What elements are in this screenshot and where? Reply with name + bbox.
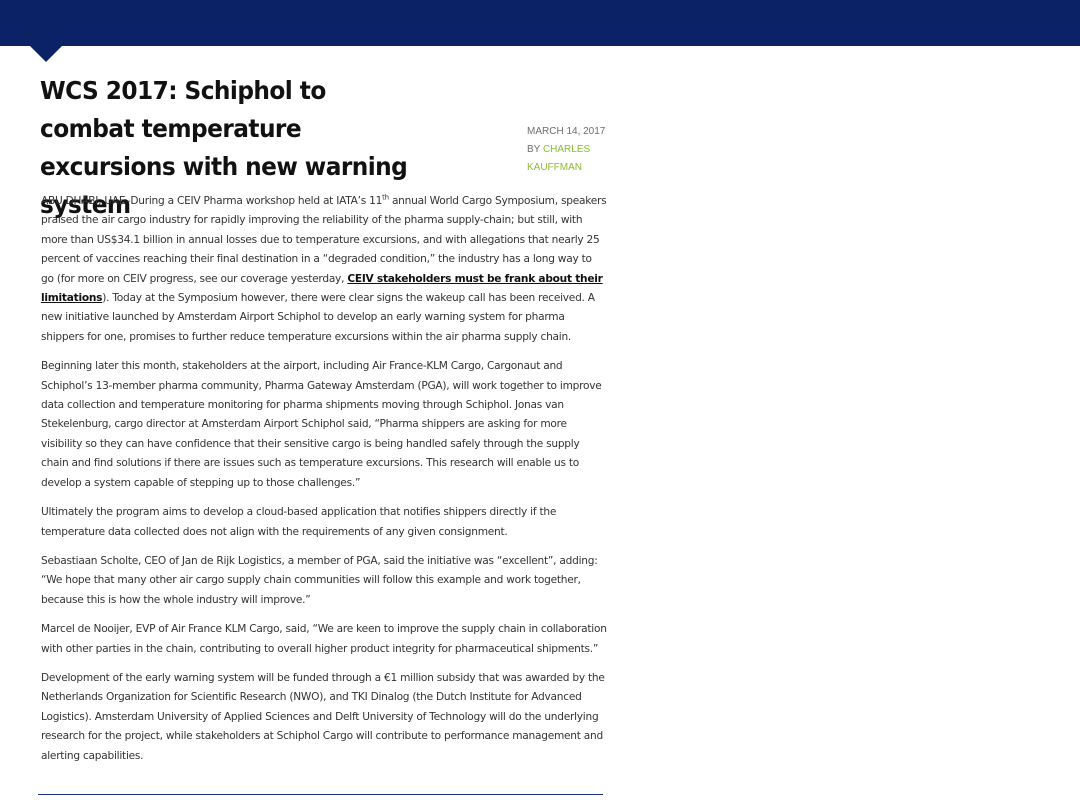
header-bar xyxy=(0,0,1080,46)
paragraph-1-text-a: ABU DHABI, UAE–During a CEIV Pharma work… xyxy=(41,195,383,207)
paragraph-5: Marcel de Nooijer, EVP of Air France KLM… xyxy=(41,623,607,655)
paragraph-1: ABU DHABI, UAE–During a CEIV Pharma work… xyxy=(41,192,607,347)
paragraph-1-text-b: annual World Cargo Symposium, speakers p… xyxy=(41,195,607,285)
header-notch xyxy=(28,44,64,62)
ordinal-suffix: th xyxy=(382,193,389,202)
publish-date: MARCH 14, 2017 xyxy=(527,126,606,137)
article-byline: MARCH 14, 2017 BY CHARLES KAUFFMAN xyxy=(527,123,617,177)
bottom-divider xyxy=(38,794,603,795)
paragraph-4: Sebastiaan Scholte, CEO of Jan de Rijk L… xyxy=(41,554,598,606)
paragraph-6: Development of the early warning system … xyxy=(41,671,605,762)
paragraph-3: Ultimately the program aims to develop a… xyxy=(41,506,557,538)
paragraph-2: Beginning later this month, stakeholders… xyxy=(41,360,602,489)
author-line: BY CHARLES KAUFFMAN xyxy=(527,141,617,177)
article-body: ABU DHABI, UAE–During a CEIV Pharma work… xyxy=(41,192,607,776)
by-prefix: BY xyxy=(527,144,543,155)
paragraph-1-text-c: ). Today at the Symposium however, there… xyxy=(41,292,595,343)
